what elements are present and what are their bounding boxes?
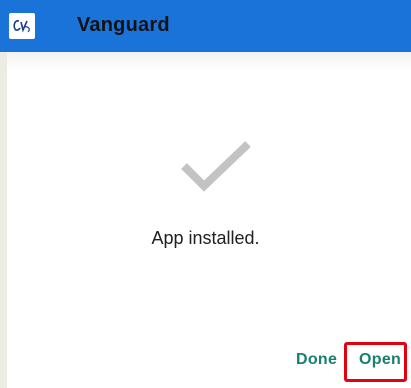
open-button[interactable]: Open [359,351,401,369]
install-status-message: App installed. [151,228,260,248]
vanguard-logo-icon [9,13,35,39]
done-button[interactable]: Done [296,351,337,369]
screen: Vanguard App installed. Done Open [0,0,411,388]
background-strip [0,52,7,388]
app-bar: Vanguard [0,0,411,52]
dialog-shadow [7,52,411,70]
install-dialog [7,52,411,388]
checkmark-icon [181,141,251,192]
app-title: Vanguard [77,14,170,36]
